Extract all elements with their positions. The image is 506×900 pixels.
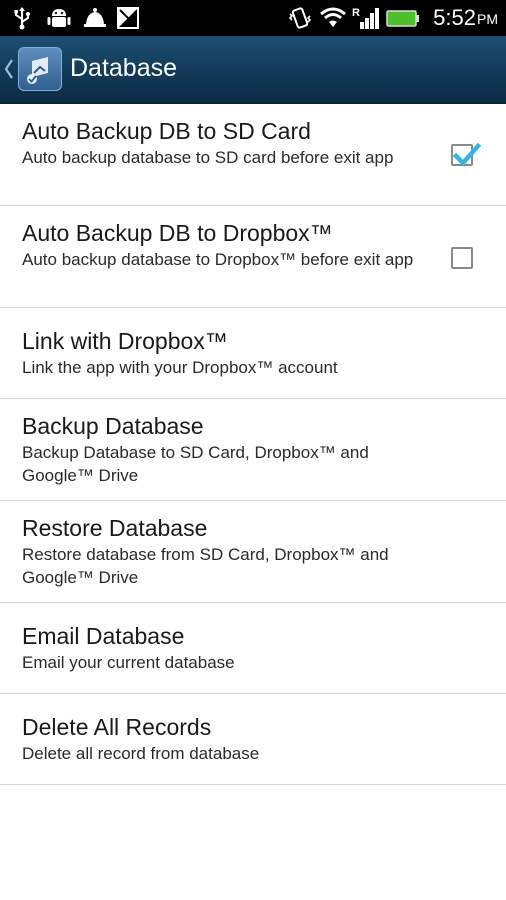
pref-summary: Delete all record from database bbox=[22, 744, 260, 763]
pref-auto-backup-sd[interactable]: Auto Backup DB to SD Card Auto backup da… bbox=[0, 104, 506, 206]
wifi-icon bbox=[320, 7, 346, 27]
pref-title: Link with Dropbox™ bbox=[22, 328, 228, 354]
action-bar: Database bbox=[0, 36, 506, 104]
cell-signal-icon: R bbox=[352, 7, 379, 29]
pref-title: Backup Database bbox=[22, 413, 204, 439]
page-title: Database bbox=[70, 54, 178, 82]
settings-list: Auto Backup DB to SD Card Auto backup da… bbox=[0, 104, 506, 785]
pref-title: Auto Backup DB to Dropbox™ bbox=[22, 220, 333, 246]
database-app-icon bbox=[27, 57, 48, 84]
vibrate-icon bbox=[288, 7, 312, 29]
pref-title: Restore Database bbox=[22, 515, 208, 541]
pref-auto-backup-dropbox[interactable]: Auto Backup DB to Dropbox™ Auto backup d… bbox=[0, 206, 506, 308]
pref-summary: Link the app with your Dropbox™ account bbox=[22, 358, 338, 377]
pref-title: Delete All Records bbox=[22, 714, 212, 740]
back-chevron-icon[interactable] bbox=[4, 58, 14, 80]
auto-backup-sd-checkbox[interactable] bbox=[451, 142, 481, 167]
pref-restore-database[interactable]: Restore Database Restore database from S… bbox=[0, 501, 506, 603]
auto-backup-dropbox-checkbox[interactable] bbox=[451, 247, 473, 269]
signal-blocked-icon bbox=[117, 7, 139, 29]
pref-title: Auto Backup DB to SD Card bbox=[22, 118, 311, 144]
status-ampm: PM bbox=[477, 11, 498, 27]
pref-summary: Backup Database to SD Card, Dropbox™ and… bbox=[22, 443, 369, 485]
checkmark-icon bbox=[452, 142, 481, 167]
pref-summary: Auto backup database to SD card before e… bbox=[22, 148, 394, 167]
battery-icon bbox=[386, 10, 419, 27]
bell-icon bbox=[84, 8, 106, 27]
android-debug-icon bbox=[47, 9, 71, 27]
usb-icon bbox=[14, 7, 30, 30]
pref-summary: Auto backup database to Dropbox™ before … bbox=[22, 250, 414, 269]
status-bar: R 5:52 PM bbox=[0, 0, 506, 36]
svg-text:R: R bbox=[352, 7, 360, 19]
pref-title: Email Database bbox=[22, 623, 185, 649]
pref-summary: Email your current database bbox=[22, 653, 235, 672]
app-icon[interactable] bbox=[18, 47, 62, 91]
pref-summary: Restore database from SD Card, Dropbox™ … bbox=[22, 545, 389, 587]
pref-link-dropbox[interactable]: Link with Dropbox™ Link the app with you… bbox=[0, 308, 506, 399]
pref-delete-all-records[interactable]: Delete All Records Delete all record fro… bbox=[0, 694, 506, 785]
status-time: 5:52 bbox=[433, 5, 476, 30]
pref-backup-database[interactable]: Backup Database Backup Database to SD Ca… bbox=[0, 399, 506, 501]
pref-email-database[interactable]: Email Database Email your current databa… bbox=[0, 603, 506, 694]
